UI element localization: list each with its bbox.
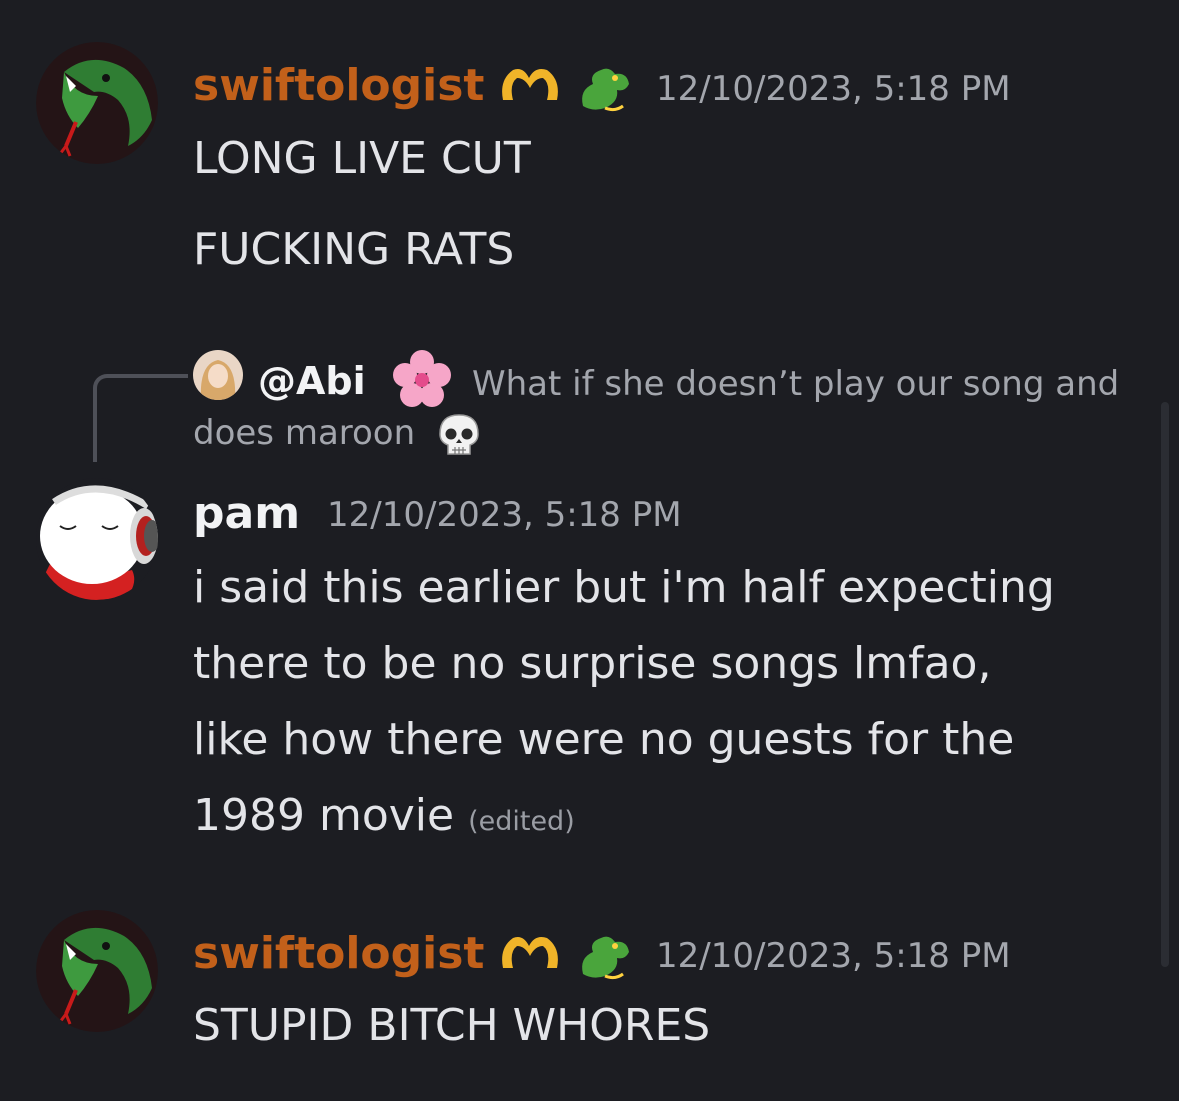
message-timestamp: 12/10/2023, 5:18 PM — [656, 936, 1011, 976]
dragon-icon — [582, 68, 629, 112]
message-text: like how there were no guests for the — [193, 714, 1015, 765]
message-text: there to be no surprise songs lmfao, — [193, 638, 992, 689]
snake-avatar[interactable] — [36, 910, 158, 1032]
message-text: i said this earlier but i'm half expecti… — [193, 562, 1055, 613]
message-text: LONG LIVE CUT — [193, 133, 531, 184]
message-timestamp: 12/10/2023, 5:18 PM — [327, 495, 682, 535]
cherry-blossom-icon — [393, 350, 451, 407]
dragon-icon — [582, 936, 629, 980]
skull-icon — [439, 414, 479, 455]
reply-text[interactable]: does maroon — [193, 416, 415, 450]
pam-avatar[interactable] — [36, 478, 158, 600]
message-text: 1989 movie — [193, 790, 455, 841]
reply-connector — [93, 374, 188, 462]
message-text-last: 1989 movie (edited) — [193, 794, 575, 838]
heart-hands-icon — [502, 937, 558, 968]
heart-hands-icon — [502, 69, 558, 100]
username[interactable]: swiftologist — [193, 64, 484, 108]
snake-avatar[interactable] — [36, 42, 158, 164]
username[interactable]: pam — [193, 492, 300, 536]
message-text: STUPID BITCH WHORES — [193, 1000, 711, 1051]
reply-text[interactable]: What if she doesn’t play our song and — [472, 367, 1119, 401]
edited-label: (edited) — [468, 806, 575, 837]
message-text: FUCKING RATS — [193, 224, 515, 275]
username[interactable]: swiftologist — [193, 932, 484, 976]
message-timestamp: 12/10/2023, 5:18 PM — [656, 69, 1011, 109]
scrollbar[interactable] — [1161, 402, 1169, 967]
reply-mention[interactable]: @Abi — [258, 362, 366, 400]
reply-avatar[interactable] — [193, 350, 243, 400]
